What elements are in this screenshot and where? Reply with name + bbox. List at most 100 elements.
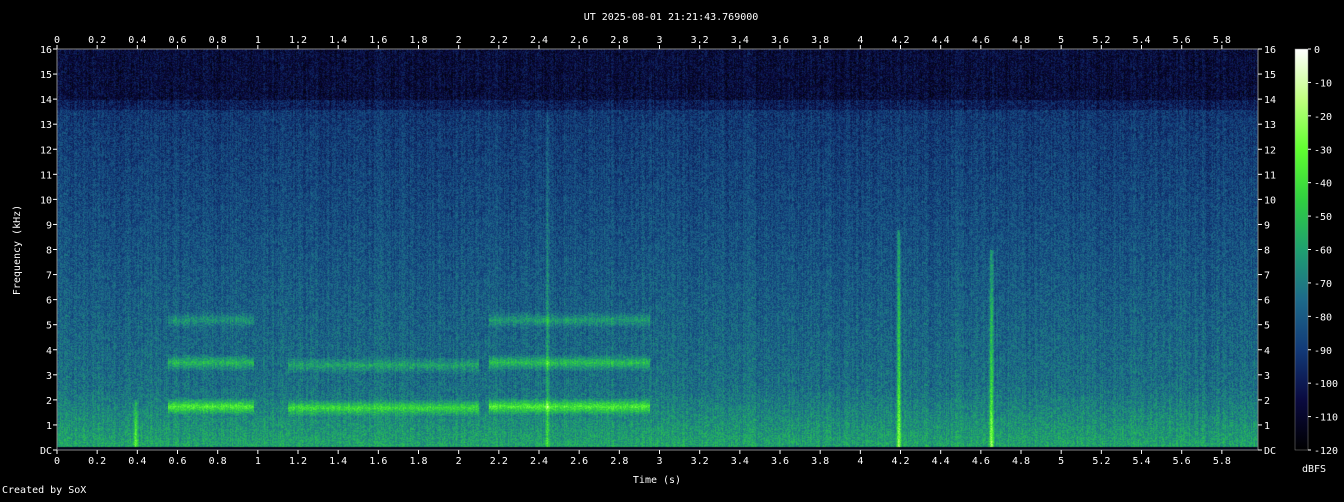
y-tick-left-label: 1 — [46, 421, 52, 432]
spectrogram-plot-area — [57, 49, 1258, 450]
y-tick-right-label: DC — [1264, 446, 1276, 457]
y-tick-left-label: 2 — [46, 396, 52, 407]
x-tick-top-label: 2.6 — [570, 35, 588, 46]
x-tick-top-label: 5.8 — [1213, 35, 1231, 46]
spectrogram-heatmap — [57, 49, 1258, 450]
x-tick-bottom-label: 5 — [1058, 456, 1064, 467]
x-tick-bottom-label: 0.8 — [209, 456, 227, 467]
y-tick-left-label: 6 — [46, 296, 52, 307]
y-tick-right-label: 12 — [1264, 145, 1276, 156]
x-tick-bottom-label: 2.8 — [610, 456, 628, 467]
y-tick-left-label: 16 — [40, 45, 52, 56]
x-tick-bottom-label: 3.6 — [771, 456, 789, 467]
colorbar-tick-label: -100 — [1314, 379, 1338, 390]
x-tick-top-label: 4 — [857, 35, 863, 46]
y-tick-right-label: 2 — [1264, 396, 1270, 407]
x-tick-bottom-label: 5.6 — [1173, 456, 1191, 467]
colorbar — [1294, 48, 1309, 451]
x-tick-bottom-label: 2.4 — [530, 456, 548, 467]
y-tick-right-label: 14 — [1264, 95, 1276, 106]
x-tick-top-label: 4.6 — [972, 35, 990, 46]
x-tick-bottom-label: 5.2 — [1092, 456, 1110, 467]
colorbar-tick-label: -50 — [1314, 212, 1332, 223]
y-axis-label: Frequency (kHz) — [12, 205, 23, 295]
y-tick-right-label: 16 — [1264, 45, 1276, 56]
x-tick-top-label: 4.8 — [1012, 35, 1030, 46]
y-tick-left-label: 4 — [46, 346, 52, 357]
x-tick-bottom-label: 4.6 — [972, 456, 990, 467]
x-tick-top-label: 0.4 — [128, 35, 146, 46]
x-tick-top-label: 0 — [54, 35, 60, 46]
x-tick-top-label: 3.2 — [691, 35, 709, 46]
y-tick-right-label: 4 — [1264, 346, 1270, 357]
x-tick-bottom-label: 3.4 — [731, 456, 749, 467]
colorbar-tick-label: -60 — [1314, 246, 1332, 257]
y-tick-right-label: 15 — [1264, 70, 1276, 81]
colorbar-label: dBFS — [1302, 464, 1326, 475]
chart-title: UT 2025-08-01 21:21:43.769000 — [584, 12, 759, 23]
colorbar-tick-label: -20 — [1314, 112, 1332, 123]
colorbar-tick-label: -30 — [1314, 145, 1332, 156]
x-tick-top-label: 1.2 — [289, 35, 307, 46]
x-tick-bottom-label: 3.2 — [691, 456, 709, 467]
x-tick-top-label: 4.4 — [932, 35, 950, 46]
x-tick-bottom-label: 4.2 — [891, 456, 909, 467]
spectrogram-figure: UT 2025-08-01 21:21:43.769000 0 0.2 0.4 0.6… — [0, 0, 1344, 498]
y-tick-left-label: 12 — [40, 145, 52, 156]
x-tick-top-label: 1 — [255, 35, 261, 46]
y-tick-left-label: 7 — [46, 271, 52, 282]
x-tick-top-label: 1.6 — [369, 35, 387, 46]
y-axis-left-ticks: DC12345678910111213141516 — [40, 45, 57, 457]
y-tick-left-label: 9 — [46, 220, 52, 231]
x-tick-top-label: 0.6 — [168, 35, 186, 46]
x-tick-bottom-label: 0.2 — [88, 456, 106, 467]
x-tick-top-label: 0.2 — [88, 35, 106, 46]
y-tick-right-label: 1 — [1264, 421, 1270, 432]
x-tick-bottom-label: 0.4 — [128, 456, 146, 467]
x-tick-bottom-label: 1.2 — [289, 456, 307, 467]
y-tick-right-label: 5 — [1264, 321, 1270, 332]
y-tick-left-label: 13 — [40, 120, 52, 131]
x-tick-bottom-label: 2.6 — [570, 456, 588, 467]
x-tick-top-label: 4.2 — [891, 35, 909, 46]
y-tick-right-label: 9 — [1264, 220, 1270, 231]
y-tick-left-label: 11 — [40, 170, 52, 181]
x-tick-top-label: 5.2 — [1092, 35, 1110, 46]
y-tick-left-label: 15 — [40, 70, 52, 81]
y-tick-left-label: 5 — [46, 321, 52, 332]
x-tick-top-label: 3.4 — [731, 35, 749, 46]
y-tick-left-label: DC — [40, 446, 52, 457]
x-tick-bottom-label: 1 — [255, 456, 261, 467]
x-tick-top-label: 3.6 — [771, 35, 789, 46]
colorbar-tick-label: -70 — [1314, 279, 1332, 290]
x-tick-bottom-label: 4 — [857, 456, 863, 467]
x-tick-bottom-label: 2 — [456, 456, 462, 467]
x-tick-top-label: 5 — [1058, 35, 1064, 46]
x-tick-bottom-label: 3 — [656, 456, 662, 467]
x-tick-bottom-label: 2.2 — [490, 456, 508, 467]
x-tick-bottom-label: 4.4 — [932, 456, 950, 467]
y-tick-right-label: 11 — [1264, 170, 1276, 181]
y-tick-right-label: 10 — [1264, 195, 1276, 206]
colorbar-tick-label: -40 — [1314, 179, 1332, 190]
x-tick-top-label: 5.6 — [1173, 35, 1191, 46]
colorbar-tick-label: 0 — [1314, 45, 1320, 56]
x-tick-top-label: 3.8 — [811, 35, 829, 46]
y-tick-left-label: 3 — [46, 371, 52, 382]
colorbar-tick-label: -110 — [1314, 413, 1338, 424]
y-tick-left-label: 8 — [46, 246, 52, 257]
x-axis-label: Time (s) — [633, 475, 681, 486]
x-tick-bottom-label: 3.8 — [811, 456, 829, 467]
y-tick-left-label: 14 — [40, 95, 52, 106]
x-tick-top-label: 2.2 — [490, 35, 508, 46]
x-tick-top-label: 5.4 — [1132, 35, 1150, 46]
colorbar-ticks: 0 -10 -20 -30 -40 -50 -60 -70 -80 -90 -100 -110 -120 — [1308, 45, 1338, 457]
x-tick-bottom-label: 5.8 — [1213, 456, 1231, 467]
y-tick-right-label: 3 — [1264, 371, 1270, 382]
credit-text: Created by SoX — [2, 485, 87, 496]
y-axis-right-ticks: DC12345678910111213141516 — [1258, 45, 1276, 457]
x-tick-bottom-label: 1.6 — [369, 456, 387, 467]
x-axis-top-ticks: 0 0.2 0.4 0.6 0.8 1 1.2 1.4 1.6 1.8 2 2.2 2.4 2.6 2.8 3… — [54, 35, 1231, 49]
x-tick-top-label: 1.4 — [329, 35, 347, 46]
x-tick-top-label: 2 — [456, 35, 462, 46]
